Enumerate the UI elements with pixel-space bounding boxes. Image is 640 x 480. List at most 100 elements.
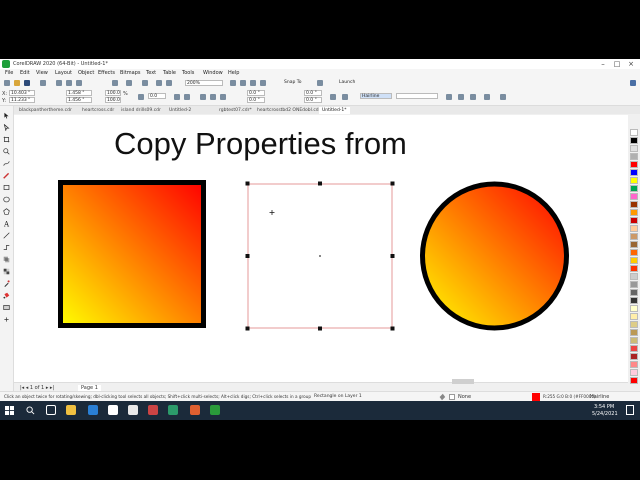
menu-file[interactable]: File [5, 70, 13, 76]
palette-swatch[interactable] [630, 177, 638, 184]
paste-icon[interactable] [76, 80, 82, 86]
palette-swatch[interactable] [630, 369, 638, 376]
palette-swatch[interactable] [630, 129, 638, 136]
corner-radius-top-right[interactable]: 0.0 " [304, 90, 322, 96]
options-gear-icon[interactable] [317, 80, 323, 86]
cut-icon[interactable] [56, 80, 62, 86]
palette-swatch[interactable] [630, 345, 638, 352]
fill-none-swatch[interactable] [449, 394, 455, 400]
palette-swatch[interactable] [630, 313, 638, 320]
drop-shadow-icon[interactable] [3, 256, 10, 263]
menu-bitmaps[interactable]: Bitmaps [120, 70, 141, 76]
new-document-icon[interactable] [4, 80, 10, 86]
menu-window[interactable]: Window [203, 70, 223, 76]
mirror-vertical-icon[interactable] [184, 94, 190, 100]
palette-swatch[interactable] [630, 353, 638, 360]
ellipse-tool-icon[interactable] [3, 196, 10, 203]
doc-tab[interactable]: Untitled-2 [166, 107, 194, 114]
file-explorer-icon[interactable] [66, 405, 76, 415]
launch-dropdown[interactable]: Launch [338, 80, 364, 86]
convert-to-curves-icon[interactable] [484, 94, 490, 100]
palette-swatch[interactable] [630, 145, 638, 152]
width-field[interactable]: 1.458 " [66, 90, 92, 96]
palette-swatch[interactable] [630, 337, 638, 344]
smart-fill-icon[interactable] [3, 304, 10, 311]
palette-swatch[interactable] [630, 241, 638, 248]
corner-radius-top-left[interactable]: 0.0 " [247, 90, 265, 96]
app-icon[interactable] [148, 405, 158, 415]
palette-swatch[interactable] [630, 185, 638, 192]
menu-tools[interactable]: Tools [182, 70, 194, 76]
maximize-icon[interactable]: □ [610, 59, 624, 69]
doc-tab[interactable]: heartcross.cdr [79, 107, 117, 114]
mirror-horizontal-icon[interactable] [174, 94, 180, 100]
corner-radius-bottom-right[interactable]: 0.0 " [304, 97, 322, 103]
rectangle-tool-icon[interactable] [3, 184, 10, 191]
chrome-browser-icon[interactable] [190, 405, 200, 415]
palette-swatch[interactable] [630, 201, 638, 208]
open-folder-icon[interactable] [14, 80, 20, 86]
windows-start-icon[interactable] [5, 406, 14, 415]
palette-swatch[interactable] [630, 137, 638, 144]
full-screen-icon[interactable] [230, 80, 236, 86]
search-icon[interactable] [26, 406, 35, 415]
gradient-rectangle[interactable] [58, 180, 206, 328]
palette-swatch[interactable] [630, 361, 638, 368]
to-front-icon[interactable] [458, 94, 464, 100]
palette-swatch[interactable] [630, 209, 638, 216]
menu-object[interactable]: Object [78, 70, 94, 76]
palette-swatch[interactable] [630, 249, 638, 256]
coreldraw-taskbar-icon[interactable] [210, 405, 220, 415]
palette-swatch[interactable] [630, 297, 638, 304]
scale-height-field[interactable]: 100.0 [105, 97, 121, 103]
horizontal-scrollbar-thumb[interactable] [452, 379, 474, 384]
clock-date[interactable]: 5/24/2021 [592, 411, 618, 417]
canvas-heading-text[interactable]: Copy Properties from [114, 126, 407, 161]
snap-to-dropdown[interactable]: Snap To [283, 80, 309, 86]
round-corner-icon[interactable] [200, 94, 206, 100]
palette-swatch[interactable] [630, 153, 638, 160]
relative-corner-scaling-icon[interactable] [330, 94, 336, 100]
doc-tab[interactable]: island drills09.cdr [118, 107, 164, 114]
palette-swatch[interactable] [630, 257, 638, 264]
x-position-field[interactable]: 10.403 " [9, 90, 35, 96]
palette-swatch[interactable] [630, 217, 638, 224]
close-icon[interactable]: × [624, 59, 638, 69]
connector-tool-icon[interactable] [3, 244, 10, 251]
palette-swatch[interactable] [630, 305, 638, 312]
show-rulers-icon[interactable] [240, 80, 246, 86]
palette-swatch[interactable] [630, 225, 638, 232]
doc-tab[interactable]: rgbtest07.cdr* [216, 107, 255, 114]
add-tool-icon[interactable] [3, 316, 10, 323]
redo-icon[interactable] [126, 80, 132, 86]
search-content-icon[interactable] [142, 80, 148, 86]
store-icon[interactable] [108, 405, 118, 415]
import-icon[interactable] [156, 80, 162, 86]
doc-tab-active[interactable]: Untitled-1* [319, 107, 350, 114]
copy-icon[interactable] [66, 80, 72, 86]
palette-swatch[interactable] [630, 273, 638, 280]
artistic-media-icon[interactable] [3, 172, 10, 179]
zoom-level-select[interactable]: 200% [185, 80, 223, 86]
add-icon[interactable] [500, 94, 506, 100]
palette-swatch[interactable] [630, 233, 638, 240]
menu-view[interactable]: View [36, 70, 48, 76]
chamfered-corner-icon[interactable] [220, 94, 226, 100]
show-guidelines-icon[interactable] [260, 80, 266, 86]
gradient-circle[interactable] [420, 181, 569, 331]
palette-swatch[interactable] [630, 169, 638, 176]
scalloped-corner-icon[interactable] [210, 94, 216, 100]
show-grid-icon[interactable] [250, 80, 256, 86]
y-position-field[interactable]: 11.233 " [9, 97, 35, 103]
freehand-tool-icon[interactable] [3, 160, 10, 167]
clock-time[interactable]: 3:54 PM [594, 404, 614, 410]
menu-help[interactable]: Help [228, 70, 239, 76]
shape-tool-icon[interactable] [3, 124, 10, 131]
doc-tab[interactable]: blackpanthertheme.cdr [16, 107, 75, 114]
menu-layout[interactable]: Layout [55, 70, 72, 76]
minimize-icon[interactable]: – [596, 59, 610, 69]
drawing-canvas[interactable]: Copy Properties from [14, 115, 628, 384]
outline-style-select[interactable] [396, 93, 438, 99]
zoom-tool-icon[interactable] [3, 148, 10, 155]
undo-icon[interactable] [112, 80, 118, 86]
